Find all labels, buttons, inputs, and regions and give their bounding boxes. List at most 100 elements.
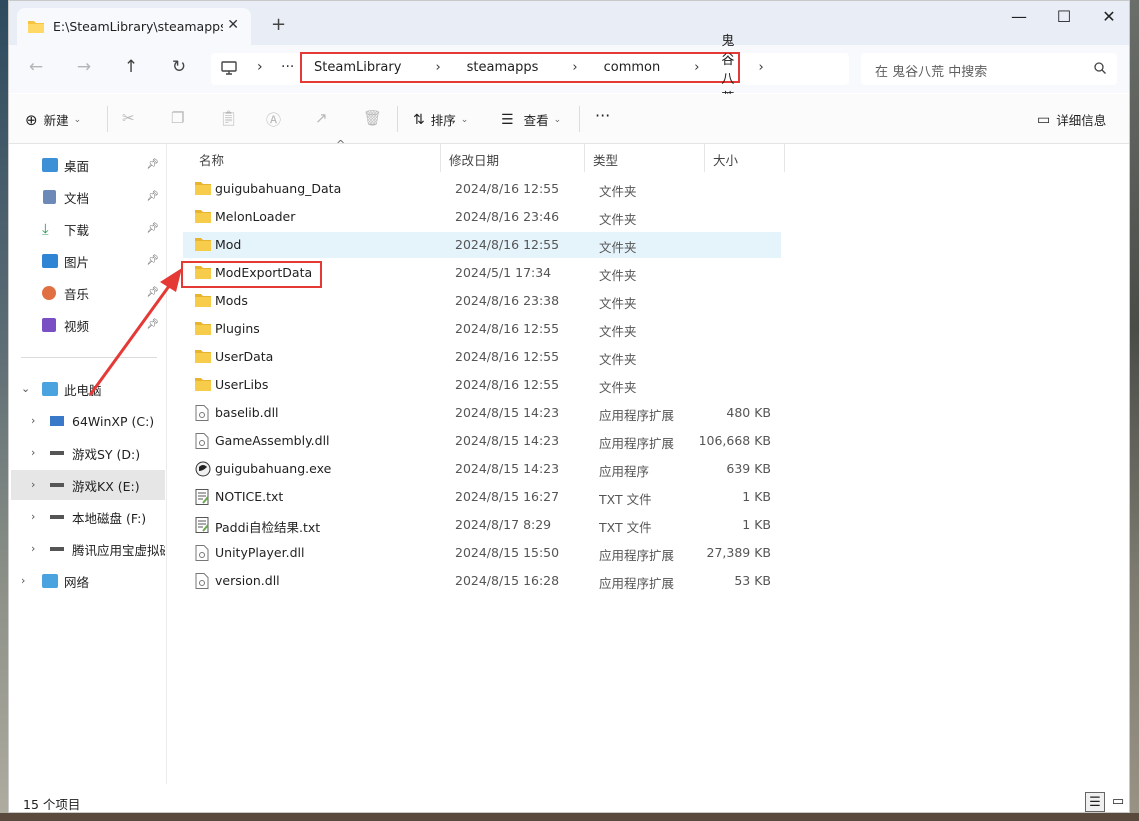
table-row[interactable]: NOTICE.txt 2024/8/15 16:27 TXT 文件 1 KB — [183, 484, 781, 510]
column-header-label: 类型 — [593, 153, 619, 168]
overflow-crumbs-button[interactable]: ··· — [281, 59, 294, 75]
chevron-right-icon[interactable]: › — [21, 574, 25, 587]
more-options-button[interactable]: ··· — [595, 106, 610, 125]
sidebar-item-tencent-drive[interactable]: › 腾讯应用宝虚拟磁 — [9, 534, 165, 564]
sidebar-item-desktop[interactable]: 桌面 📌︎ — [9, 150, 165, 180]
chevron-right-icon[interactable]: › — [31, 510, 35, 523]
address-bar[interactable]: › ··· SteamLibrary › steamapps › common … — [211, 34, 849, 106]
refresh-icon[interactable]: ↻ — [166, 57, 192, 77]
chevron-right-icon[interactable]: › — [694, 60, 699, 75]
breadcrumb-steamlibrary[interactable]: SteamLibrary — [314, 60, 401, 75]
share-icon[interactable]: ↗ — [315, 109, 328, 127]
new-tab-button[interactable]: + — [271, 14, 286, 35]
table-row[interactable]: Paddi自检结果.txt 2024/8/17 8:29 TXT 文件 1 KB — [183, 512, 781, 538]
delete-icon[interactable]: 🗑︎ — [363, 109, 382, 127]
table-row[interactable]: MelonLoader 2024/8/16 23:46 文件夹 — [183, 204, 781, 230]
table-row[interactable]: UserLibs 2024/8/16 12:55 文件夹 — [183, 372, 781, 398]
forward-arrow-icon[interactable]: → — [71, 57, 97, 77]
file-type: 应用程序扩展 — [599, 576, 675, 591]
sidebar-item-network[interactable]: › 网络 — [9, 566, 165, 596]
cut-icon[interactable]: ✂ — [122, 109, 135, 127]
sidebar-item-downloads[interactable]: ⤓ 下载 📌︎ — [9, 214, 165, 244]
table-row[interactable]: UserData 2024/8/16 12:55 文件夹 — [183, 344, 781, 370]
computer-icon[interactable] — [221, 61, 237, 76]
rename-icon[interactable]: Ⓐ — [266, 109, 281, 130]
breadcrumb-steamapps[interactable]: steamapps — [467, 60, 539, 75]
column-header-type[interactable]: 类型 — [585, 144, 705, 172]
back-arrow-icon[interactable]: ← — [23, 57, 49, 77]
title-bar: E:\SteamLibrary\steamapps\cc ✕ + — ☐ ✕ — [9, 1, 1129, 45]
sidebar-item-music[interactable]: 音乐 📌︎ — [9, 278, 165, 308]
tab-close-icon[interactable]: ✕ — [227, 17, 239, 33]
maximize-button[interactable]: ☐ — [1049, 7, 1079, 26]
search-icon[interactable] — [1093, 61, 1107, 75]
details-pane-button[interactable]: ▭ 详细信息 — [1037, 110, 1106, 129]
table-row[interactable]: guigubahuang.exe 2024/8/15 14:23 应用程序 639 K… — [183, 456, 781, 482]
table-row[interactable]: Mod 2024/8/16 12:55 文件夹 — [183, 232, 781, 258]
file-date: 2024/8/15 14:23 — [455, 405, 560, 420]
details-pane-icon: ▭ — [1037, 111, 1051, 128]
column-header-name[interactable]: ^ 名称 — [191, 138, 441, 172]
sort-button[interactable]: ⇅ 排序 ⌄ — [413, 110, 468, 129]
sidebar-item-pictures[interactable]: 图片 📌︎ — [9, 246, 165, 276]
sidebar-item-documents[interactable]: 文档 📌︎ — [9, 182, 165, 212]
chevron-right-icon[interactable]: › — [257, 59, 263, 75]
folder-icon — [195, 237, 211, 253]
pin-icon[interactable]: 📌︎ — [146, 255, 159, 266]
pin-icon[interactable]: 📌︎ — [146, 159, 159, 170]
up-arrow-icon[interactable]: ↑ — [118, 57, 144, 77]
table-row[interactable]: GameAssembly.dll 2024/8/15 14:23 应用程序扩展 106… — [183, 428, 781, 454]
chevron-down-icon[interactable]: ⌄ — [21, 382, 30, 395]
chevron-right-icon[interactable]: › — [31, 542, 35, 555]
chevron-right-icon[interactable]: › — [31, 414, 35, 427]
column-header-size[interactable]: 大小 — [705, 144, 785, 172]
file-type: 文件夹 — [599, 296, 637, 311]
details-label: 详细信息 — [1056, 113, 1107, 128]
column-header-date[interactable]: 修改日期 — [441, 144, 585, 172]
file-name: Mods — [215, 293, 248, 308]
tiles-view-icon[interactable]: ▭ — [1108, 792, 1128, 812]
file-type: 文件夹 — [599, 212, 637, 227]
details-view-icon[interactable]: ☰ — [1085, 792, 1105, 812]
view-button[interactable]: ☰ 查看 ⌄ — [501, 110, 561, 129]
file-date: 2024/8/16 23:46 — [455, 209, 560, 224]
pictures-icon — [42, 254, 58, 268]
sidebar-item-label: 游戏KX (E:) — [72, 478, 140, 494]
paste-icon[interactable]: 📋︎ — [219, 109, 238, 127]
table-row[interactable]: UnityPlayer.dll 2024/8/15 15:50 应用程序扩展 27,3… — [183, 540, 781, 566]
copy-icon[interactable]: ❐ — [171, 109, 184, 127]
table-row[interactable]: Plugins 2024/8/16 12:55 文件夹 — [183, 316, 781, 342]
new-label: 新建 — [43, 113, 69, 128]
pin-icon[interactable]: 📌︎ — [146, 223, 159, 234]
file-date: 2024/8/15 14:23 — [455, 433, 560, 448]
chevron-right-icon[interactable]: › — [572, 60, 577, 75]
breadcrumb-common[interactable]: common — [604, 60, 661, 75]
table-row[interactable]: guigubahuang_Data 2024/8/16 12:55 文件夹 — [183, 176, 781, 202]
chevron-right-icon[interactable]: › — [31, 446, 35, 459]
close-window-button[interactable]: ✕ — [1094, 7, 1124, 26]
pin-icon[interactable]: 📌︎ — [146, 191, 159, 202]
file-type: 文件夹 — [599, 240, 637, 255]
sidebar-item-drive-e[interactable]: › 游戏KX (E:) — [11, 470, 165, 500]
sidebar-item-drive-c[interactable]: › 64WinXP (C:) — [9, 406, 165, 436]
table-row[interactable]: Mods 2024/8/16 23:38 文件夹 — [183, 288, 781, 314]
sidebar-item-drive-f[interactable]: › 本地磁盘 (F:) — [9, 502, 165, 532]
chevron-right-icon[interactable]: › — [758, 60, 763, 75]
pin-icon[interactable]: 📌︎ — [146, 287, 159, 298]
sidebar-item-this-pc[interactable]: ⌄ 此电脑 — [9, 374, 165, 404]
table-row[interactable]: version.dll 2024/8/15 16:28 应用程序扩展 53 KB — [183, 568, 781, 594]
sidebar-item-drive-d[interactable]: › 游戏SY (D:) — [9, 438, 165, 468]
sidebar-item-videos[interactable]: 视频 📌︎ — [9, 310, 165, 340]
chevron-right-icon[interactable]: › — [435, 60, 440, 75]
minimize-button[interactable]: — — [1004, 7, 1034, 26]
table-row[interactable]: baselib.dll 2024/8/15 14:23 应用程序扩展 480 KB — [183, 400, 781, 426]
chevron-right-icon[interactable]: › — [31, 478, 35, 491]
explorer-tab[interactable]: E:\SteamLibrary\steamapps\cc ✕ — [17, 8, 251, 45]
file-size: 639 KB — [726, 461, 771, 476]
pin-icon[interactable]: 📌︎ — [146, 319, 159, 330]
folder-icon — [28, 21, 44, 33]
search-box[interactable]: 在 鬼谷八荒 中搜索 — [861, 53, 1117, 85]
downloads-icon: ⤓ — [42, 220, 49, 238]
sidebar-item-label: 下载 — [64, 222, 90, 238]
new-button[interactable]: ⊕ 新建 ⌄ — [25, 110, 81, 129]
